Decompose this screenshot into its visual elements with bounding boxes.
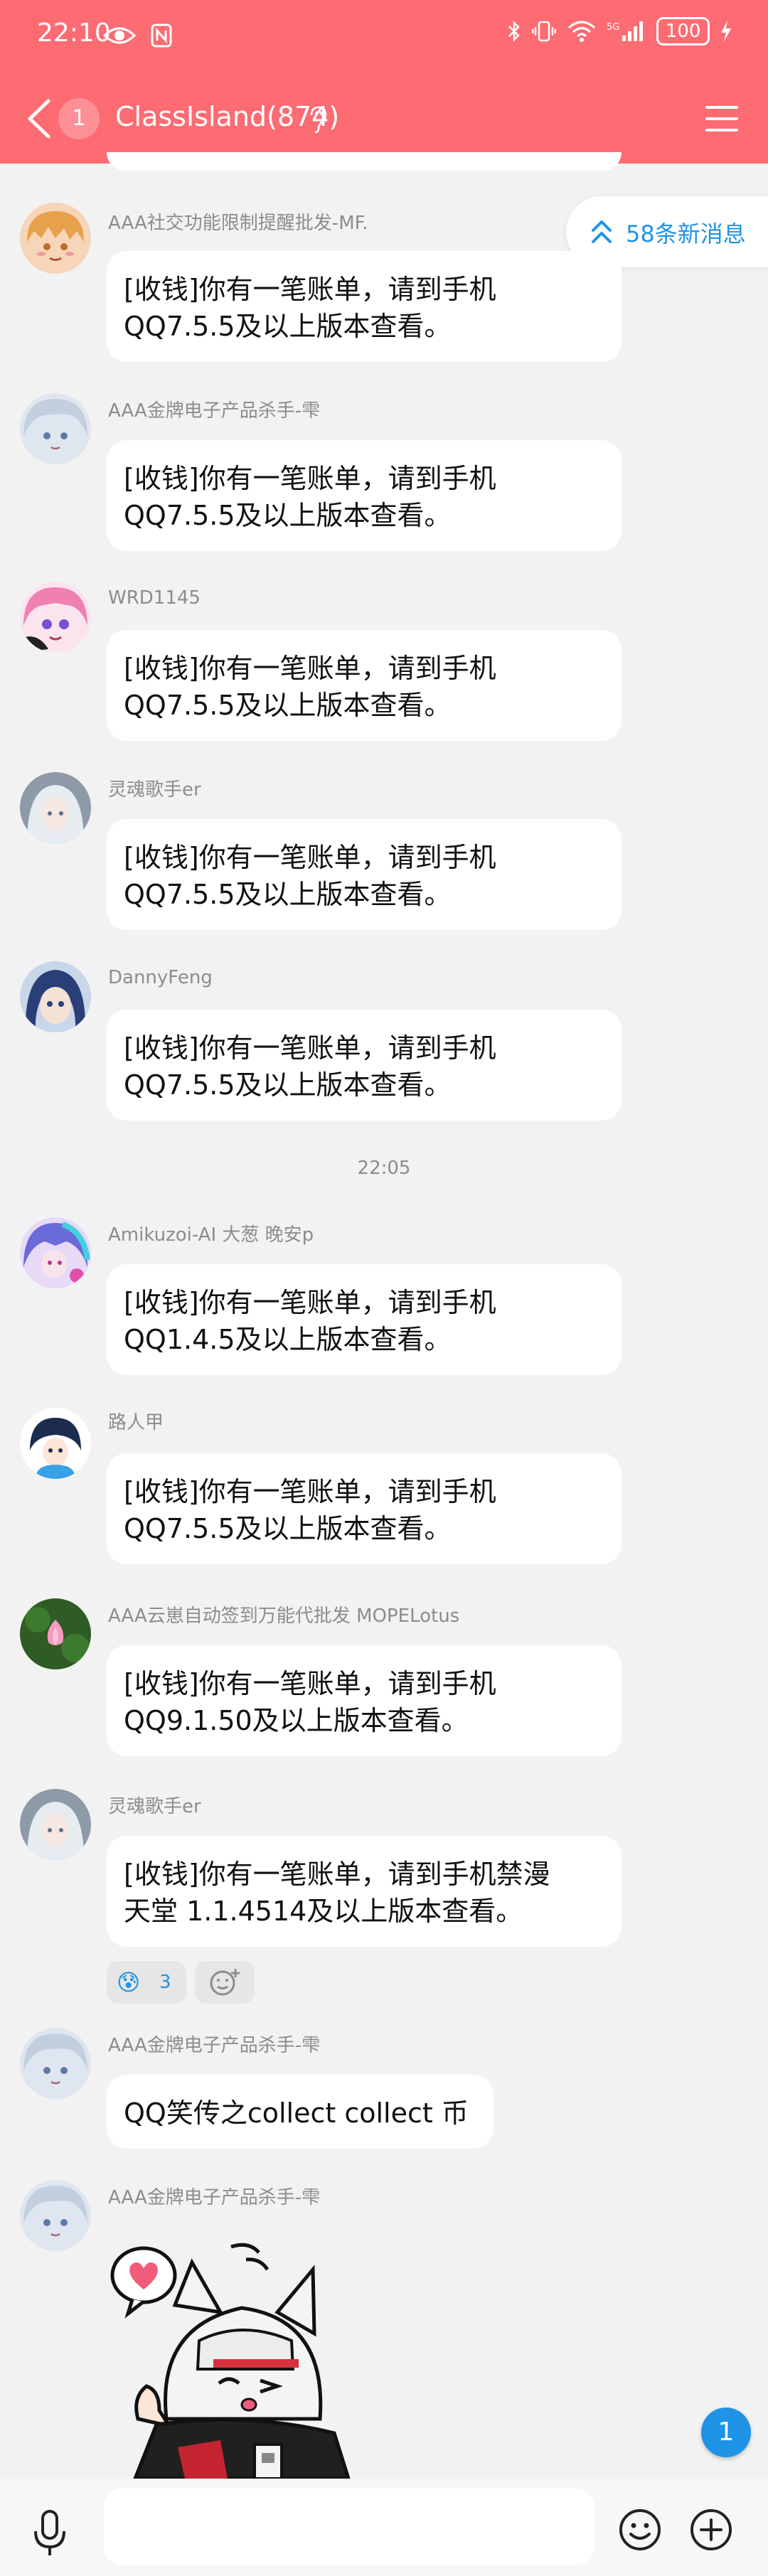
back-button[interactable] <box>21 95 57 142</box>
svg-text:5G: 5G <box>607 22 619 33</box>
double-chevron-up-icon <box>592 220 612 243</box>
add-emoji-icon <box>210 1969 240 1996</box>
sender-name[interactable]: 灵魂歌手er <box>108 1792 201 1818</box>
message-line: [收钱]你有一笔账单，请到手机 <box>124 1476 496 1507</box>
avatar[interactable] <box>20 772 91 843</box>
menu-button[interactable] <box>704 102 740 135</box>
status-time: 22:10 <box>37 18 111 48</box>
message-bubble[interactable]: QQ笑传之collect collect 币 <box>107 2075 494 2149</box>
message-line: QQ笑传之collect collect 币 <box>124 2097 469 2129</box>
message-line: 天堂 1.1.4514及以上版本查看。 <box>124 1896 523 1927</box>
message-line: QQ9.1.50及以上版本查看。 <box>124 1705 469 1736</box>
avatar[interactable] <box>20 1408 91 1479</box>
message-bubble[interactable]: [收钱]你有一笔账单，请到手机 QQ7.5.5及以上版本查看。 <box>107 1453 622 1564</box>
sender-name[interactable]: AAA金牌电子产品杀手-雫 <box>108 2183 320 2209</box>
avatar[interactable] <box>20 1598 91 1669</box>
sender-name[interactable]: Amikuzoi-AI 大葱 晚安p <box>108 1220 314 1246</box>
scroll-to-bottom-badge[interactable]: 1 <box>701 2407 751 2457</box>
input-bar <box>0 2479 768 2576</box>
sender-name[interactable]: 路人甲 <box>108 1408 164 1434</box>
message-line: [收钱]你有一笔账单，请到手机 <box>124 1668 496 1699</box>
eye-icon <box>102 27 137 43</box>
avatar[interactable] <box>20 1217 91 1288</box>
chat-header: 1 ClassIsland(874) <box>0 74 768 164</box>
bluetooth-icon <box>508 20 520 42</box>
new-messages-label: 58条新消息 <box>626 220 746 247</box>
unread-count-badge[interactable]: 1 <box>58 98 100 139</box>
sender-name[interactable]: AAA金牌电子产品杀手-雫 <box>108 2031 320 2057</box>
message-line: QQ7.5.5及以上版本查看。 <box>124 690 452 721</box>
ear-icon <box>310 106 327 134</box>
nfc-icon <box>151 23 172 47</box>
vibrate-icon <box>531 21 557 41</box>
reaction-count: 3 <box>159 1972 171 1993</box>
avatar[interactable] <box>20 2180 91 2251</box>
5g-signal-icon: 5G <box>607 21 644 41</box>
avatar[interactable] <box>20 2028 91 2099</box>
time-divider: 22:05 <box>357 1158 411 1179</box>
message-line: QQ7.5.5及以上版本查看。 <box>124 500 452 531</box>
battery-indicator: 100 <box>656 17 710 46</box>
reaction-chip[interactable]: 😰 3 <box>107 1961 186 2004</box>
avatar[interactable] <box>20 961 91 1032</box>
previous-message-bubble <box>107 152 622 171</box>
wifi-icon <box>567 21 595 42</box>
message-bubble[interactable]: [收钱]你有一笔账单，请到手机 QQ7.5.5及以上版本查看。 <box>107 440 622 551</box>
message-bubble[interactable]: [收钱]你有一笔账单，请到手机 QQ7.5.5及以上版本查看。 <box>107 819 622 930</box>
sender-name[interactable]: WRD1145 <box>108 587 201 609</box>
message-line: [收钱]你有一笔账单，请到手机 <box>124 1287 496 1318</box>
message-bubble[interactable]: [收钱]你有一笔账单，请到手机 QQ7.5.5及以上版本查看。 <box>107 630 622 741</box>
plus-button[interactable] <box>688 2507 734 2553</box>
avatar[interactable] <box>20 582 91 653</box>
message-line: [收钱]你有一笔账单，请到手机 <box>124 463 496 494</box>
message-line: [收钱]你有一笔账单，请到手机禁漫 <box>124 1859 550 1890</box>
group-title[interactable]: ClassIsland(874) <box>115 101 339 132</box>
avatar[interactable] <box>20 203 91 274</box>
sender-name[interactable]: AAA云崽自动签到万能代批发 MOPELotus <box>108 1601 459 1628</box>
message-input[interactable] <box>104 2489 594 2565</box>
message-bubble[interactable]: [收钱]你有一笔账单，请到手机 QQ1.4.5及以上版本查看。 <box>107 1264 622 1375</box>
reaction-emoji: 😰 <box>117 1969 141 1996</box>
sender-name[interactable]: DannyFeng <box>108 967 213 988</box>
charging-icon <box>721 20 731 42</box>
anime-girl-sticker[interactable] <box>107 2234 384 2479</box>
message-bubble[interactable]: [收钱]你有一笔账单，请到手机禁漫 天堂 1.1.4514及以上版本查看。 <box>107 1836 622 1947</box>
message-line: QQ1.4.5及以上版本查看。 <box>124 1324 452 1355</box>
status-bar: 22:10 5G 100 <box>0 0 768 74</box>
message-line: QQ7.5.5及以上版本查看。 <box>124 1513 452 1544</box>
emoji-button[interactable] <box>617 2507 663 2553</box>
sender-name[interactable]: AAA社交功能限制提醒批发-MF. <box>108 208 368 235</box>
sender-name[interactable]: 灵魂歌手er <box>108 775 201 801</box>
avatar[interactable] <box>20 1789 91 1860</box>
message-bubble[interactable]: [收钱]你有一笔账单，请到手机 QQ9.1.50及以上版本查看。 <box>107 1645 622 1756</box>
message-line: QQ7.5.5及以上版本查看。 <box>124 879 452 910</box>
sender-name[interactable]: AAA金牌电子产品杀手-雫 <box>108 396 320 422</box>
message-bubble[interactable]: [收钱]你有一笔账单，请到手机 QQ7.5.5及以上版本查看。 <box>107 1010 622 1121</box>
message-line: [收钱]你有一笔账单，请到手机 <box>124 842 496 873</box>
microphone-button[interactable] <box>28 2508 71 2558</box>
message-line: [收钱]你有一笔账单，请到手机 <box>124 653 496 684</box>
message-bubble[interactable]: [收钱]你有一笔账单，请到手机 QQ7.5.5及以上版本查看。 <box>107 251 622 362</box>
message-line: QQ7.5.5及以上版本查看。 <box>124 311 452 342</box>
message-line: [收钱]你有一笔账单，请到手机 <box>124 274 496 305</box>
add-reaction-button[interactable] <box>195 1961 255 2004</box>
message-line: QQ7.5.5及以上版本查看。 <box>124 1069 452 1101</box>
avatar[interactable] <box>20 393 91 464</box>
message-line: [收钱]你有一笔账单，请到手机 <box>124 1032 496 1064</box>
